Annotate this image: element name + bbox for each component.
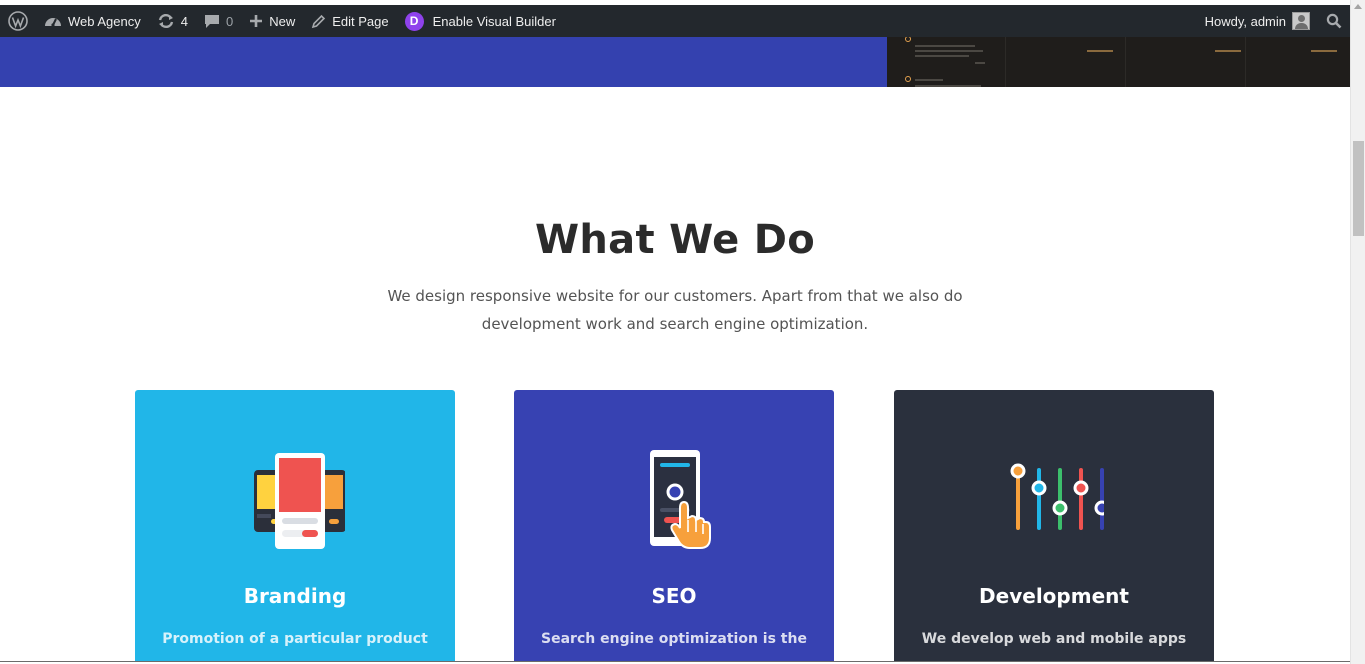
hero-image-text-line: [915, 85, 981, 87]
hero-image-column: [1125, 37, 1245, 87]
search-button[interactable]: [1318, 5, 1350, 37]
service-card-development: Development We develop web and mobile ap…: [894, 390, 1214, 664]
comments-button[interactable]: 0: [196, 5, 241, 37]
site-name-label: Web Agency: [68, 13, 141, 29]
howdy-label: Howdy, admin: [1204, 13, 1286, 29]
hero-image-bullet-icon: [905, 37, 911, 42]
site-name-menu[interactable]: Web Agency: [36, 5, 149, 37]
service-card-branding: Branding Promotion of a particular produ…: [135, 390, 455, 664]
development-icon: [1010, 463, 1104, 530]
page-scrollbar[interactable]: [1350, 0, 1365, 664]
hero-screenshot-image: [887, 37, 1350, 87]
hero-image-text-line: [915, 50, 983, 52]
section-subtitle: We design responsive website for our cus…: [387, 287, 963, 333]
new-label: New: [269, 13, 296, 29]
card-title: Development: [979, 584, 1129, 608]
updates-count: 4: [180, 13, 188, 29]
service-card-seo: SEO Search engine optimization is the: [514, 390, 834, 664]
card-title: SEO: [651, 584, 697, 608]
hero-image-text-line: [915, 79, 943, 81]
scrollbar-thumb[interactable]: [1353, 141, 1364, 236]
scroll-up-arrow-icon[interactable]: [1354, 4, 1362, 9]
visual-builder-label: Enable Visual Builder: [432, 13, 556, 29]
section-title: What We Do: [534, 217, 816, 263]
hero-image-column: [1245, 37, 1350, 87]
avatar: [1292, 12, 1310, 30]
hero-image-link: [1087, 50, 1113, 52]
adminbar-secondary: Howdy, admin: [1197, 5, 1350, 37]
card-text: Promotion of a particular product: [162, 631, 428, 647]
pencil-icon: [312, 14, 326, 28]
edit-page-button[interactable]: Edit Page: [303, 5, 396, 37]
seo-icon: [650, 450, 711, 549]
wordpress-icon: [8, 11, 28, 31]
branding-icon: [254, 453, 345, 549]
hero-image-text-line: [975, 62, 985, 64]
divi-logo-icon: D: [404, 11, 424, 31]
hero-image-text-line: [915, 45, 975, 47]
updates-refresh-icon: [158, 13, 173, 29]
updates-button[interactable]: 4: [149, 5, 196, 37]
hero-background: [0, 37, 887, 87]
edit-page-label: Edit Page: [332, 13, 389, 29]
card-title: Branding: [243, 584, 347, 608]
wordpress-logo-button[interactable]: [0, 5, 36, 37]
comments-count: 0: [226, 13, 234, 29]
hero-image-text-line: [915, 55, 969, 57]
hero-image-bullet-icon: [905, 76, 911, 82]
enable-visual-builder-button[interactable]: D Enable Visual Builder: [397, 5, 564, 37]
dashboard-gauge-icon: [45, 18, 61, 27]
hero-image-link: [1215, 50, 1241, 52]
card-text: We develop web and mobile apps: [921, 631, 1187, 647]
plus-icon: [250, 15, 263, 27]
new-content-button[interactable]: New: [241, 5, 303, 37]
search-icon: [1326, 13, 1342, 29]
my-account-menu[interactable]: Howdy, admin: [1197, 5, 1318, 37]
comment-bubble-icon: [205, 15, 219, 28]
wp-admin-bar: Web Agency 4 0 New Edit Page D Enable Vi…: [0, 5, 1350, 37]
hero-image-column: [1005, 37, 1125, 87]
hero-image-link: [1311, 50, 1337, 52]
card-text: Search engine optimization is the: [541, 631, 807, 647]
